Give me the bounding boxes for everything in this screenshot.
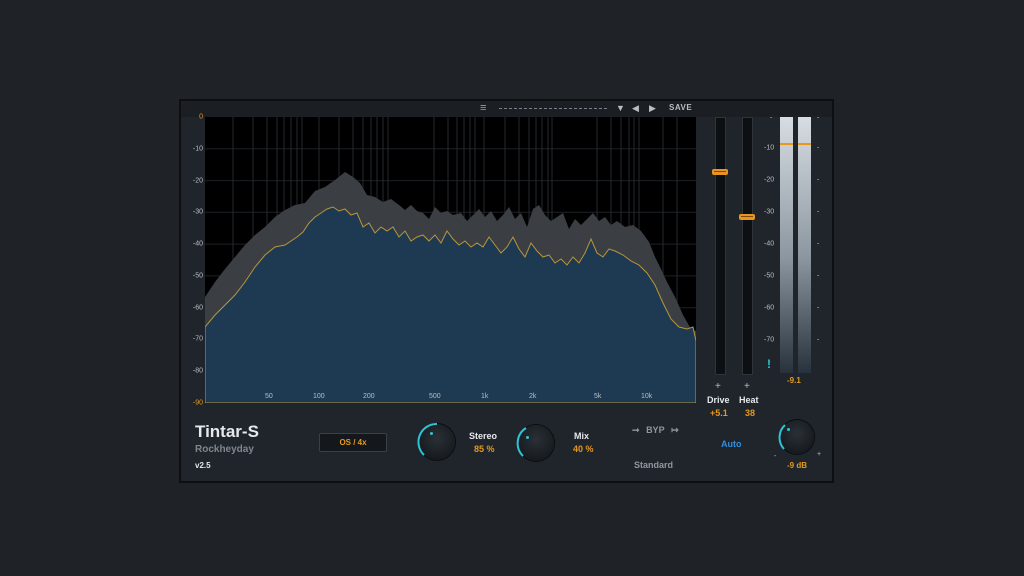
db-label: -50 xyxy=(192,272,203,280)
meter-tick: - xyxy=(817,176,820,184)
mix-value: 40 % xyxy=(573,444,594,454)
freq-label: 100 xyxy=(313,393,325,400)
meter-peak-left xyxy=(780,143,793,145)
db-label: -30 xyxy=(192,208,203,216)
oversampling-button[interactable]: OS / 4x xyxy=(319,433,387,452)
db-label: -10 xyxy=(192,145,203,153)
maker-name: Rockheyday xyxy=(195,444,254,455)
meter-peak-right xyxy=(798,143,811,145)
mix-knob-indicator xyxy=(526,436,529,439)
drive-label: Drive xyxy=(707,395,730,405)
output-knob-indicator xyxy=(787,428,790,431)
heat-label: Heat xyxy=(739,395,759,405)
output-gain-value: -9 dB xyxy=(787,461,807,470)
stereo-label: Stereo xyxy=(469,431,498,441)
auto-gain-button[interactable]: Auto xyxy=(721,439,742,449)
db-label: 0 xyxy=(199,113,203,121)
mix-label: Mix xyxy=(574,431,590,441)
freq-label: 200 xyxy=(363,393,375,400)
next-preset-icon[interactable]: ▶ xyxy=(649,102,656,114)
version-label: v2.5 xyxy=(195,461,211,470)
drive-fader-handle[interactable] xyxy=(712,169,728,175)
output-gain-knob[interactable] xyxy=(778,420,814,454)
stereo-knob-arc xyxy=(417,422,438,456)
output-min-icon: - xyxy=(774,453,777,460)
preset-dropdown-icon[interactable]: ▼ xyxy=(616,102,625,114)
db-scale: 0 -10 -20 -30 -40 -50 -60 -70 -80 -90 xyxy=(181,113,205,407)
meter-tick: - xyxy=(817,336,820,344)
bypass-button[interactable]: ➞ BYP ↦ xyxy=(632,425,679,436)
meter-label: -30 xyxy=(764,208,775,216)
heat-value: 38 xyxy=(745,408,756,418)
output-knob-arc xyxy=(778,424,786,450)
stereo-value: 85 % xyxy=(474,444,495,454)
freq-label: 50 xyxy=(265,393,273,400)
stereo-knob-indicator xyxy=(430,432,433,435)
meter-tick: - xyxy=(817,208,820,216)
plugin-title: Tintar-S xyxy=(195,422,259,441)
plugin-window: ≡ ▼ ◀ ▶ SAVE 0 -10 -20 -30 -40 -50 -60 -… xyxy=(179,99,834,483)
meter-bar-left xyxy=(780,117,793,373)
meter-bar-right xyxy=(798,117,811,373)
spectrum-graph xyxy=(205,117,696,403)
meter-label: -20 xyxy=(764,176,775,184)
meter-tick: - xyxy=(817,144,820,152)
heat-fader[interactable] xyxy=(739,117,755,375)
mix-knob-arc xyxy=(516,427,527,457)
db-label: -40 xyxy=(192,240,203,248)
drive-value: +5.1 xyxy=(710,408,728,418)
meter-label: -70 xyxy=(764,336,775,344)
save-button[interactable]: SAVE xyxy=(669,103,692,112)
meter-label: -60 xyxy=(764,304,775,312)
bypass-label: BYP xyxy=(646,425,665,435)
meter-readout: -9.1 xyxy=(787,376,801,385)
menu-icon[interactable]: ≡ xyxy=(480,103,491,114)
meter-label: - xyxy=(770,114,773,122)
heat-plus-icon[interactable]: + xyxy=(744,381,750,392)
preset-bar: ≡ ▼ ◀ ▶ SAVE xyxy=(181,101,832,117)
drive-plus-icon[interactable]: + xyxy=(715,381,721,392)
db-label: -70 xyxy=(192,335,203,343)
output-max-icon: + xyxy=(817,451,822,458)
stereo-knob[interactable] xyxy=(417,422,455,460)
freq-label: 5k xyxy=(594,393,602,400)
meter-label: -50 xyxy=(764,272,775,280)
db-label: -60 xyxy=(192,304,203,312)
meter-tick: - xyxy=(817,240,820,248)
meter-tick: - xyxy=(817,304,820,312)
bypass-arrow-right-icon: ↦ xyxy=(671,425,679,435)
prev-preset-icon[interactable]: ◀ xyxy=(632,102,639,114)
db-label: -80 xyxy=(192,367,203,375)
heat-fader-handle[interactable] xyxy=(739,214,755,220)
mix-knob[interactable] xyxy=(516,425,554,461)
freq-label: 2k xyxy=(529,393,537,400)
freq-label: 1k xyxy=(481,393,489,400)
freq-label: 10k xyxy=(641,393,653,400)
clip-warning-icon[interactable]: ! xyxy=(767,357,771,371)
freq-label: 500 xyxy=(429,393,441,400)
preset-name-field[interactable] xyxy=(499,108,607,109)
db-label: -90 xyxy=(192,399,203,407)
bypass-arrow-left-icon: ➞ xyxy=(632,425,640,435)
meter-tick: - xyxy=(817,272,820,280)
drive-fader[interactable] xyxy=(712,117,728,375)
spectrum-analyzer: 50 100 200 500 1k 2k 5k 10k xyxy=(205,117,696,403)
meter-tick: - xyxy=(817,114,820,122)
meter-label: -10 xyxy=(764,144,775,152)
mode-selector[interactable]: Standard xyxy=(634,460,673,470)
db-label: -20 xyxy=(192,177,203,185)
freq-axis: 50 100 200 500 1k 2k 5k 10k xyxy=(205,393,696,403)
meter-label: -40 xyxy=(764,240,775,248)
